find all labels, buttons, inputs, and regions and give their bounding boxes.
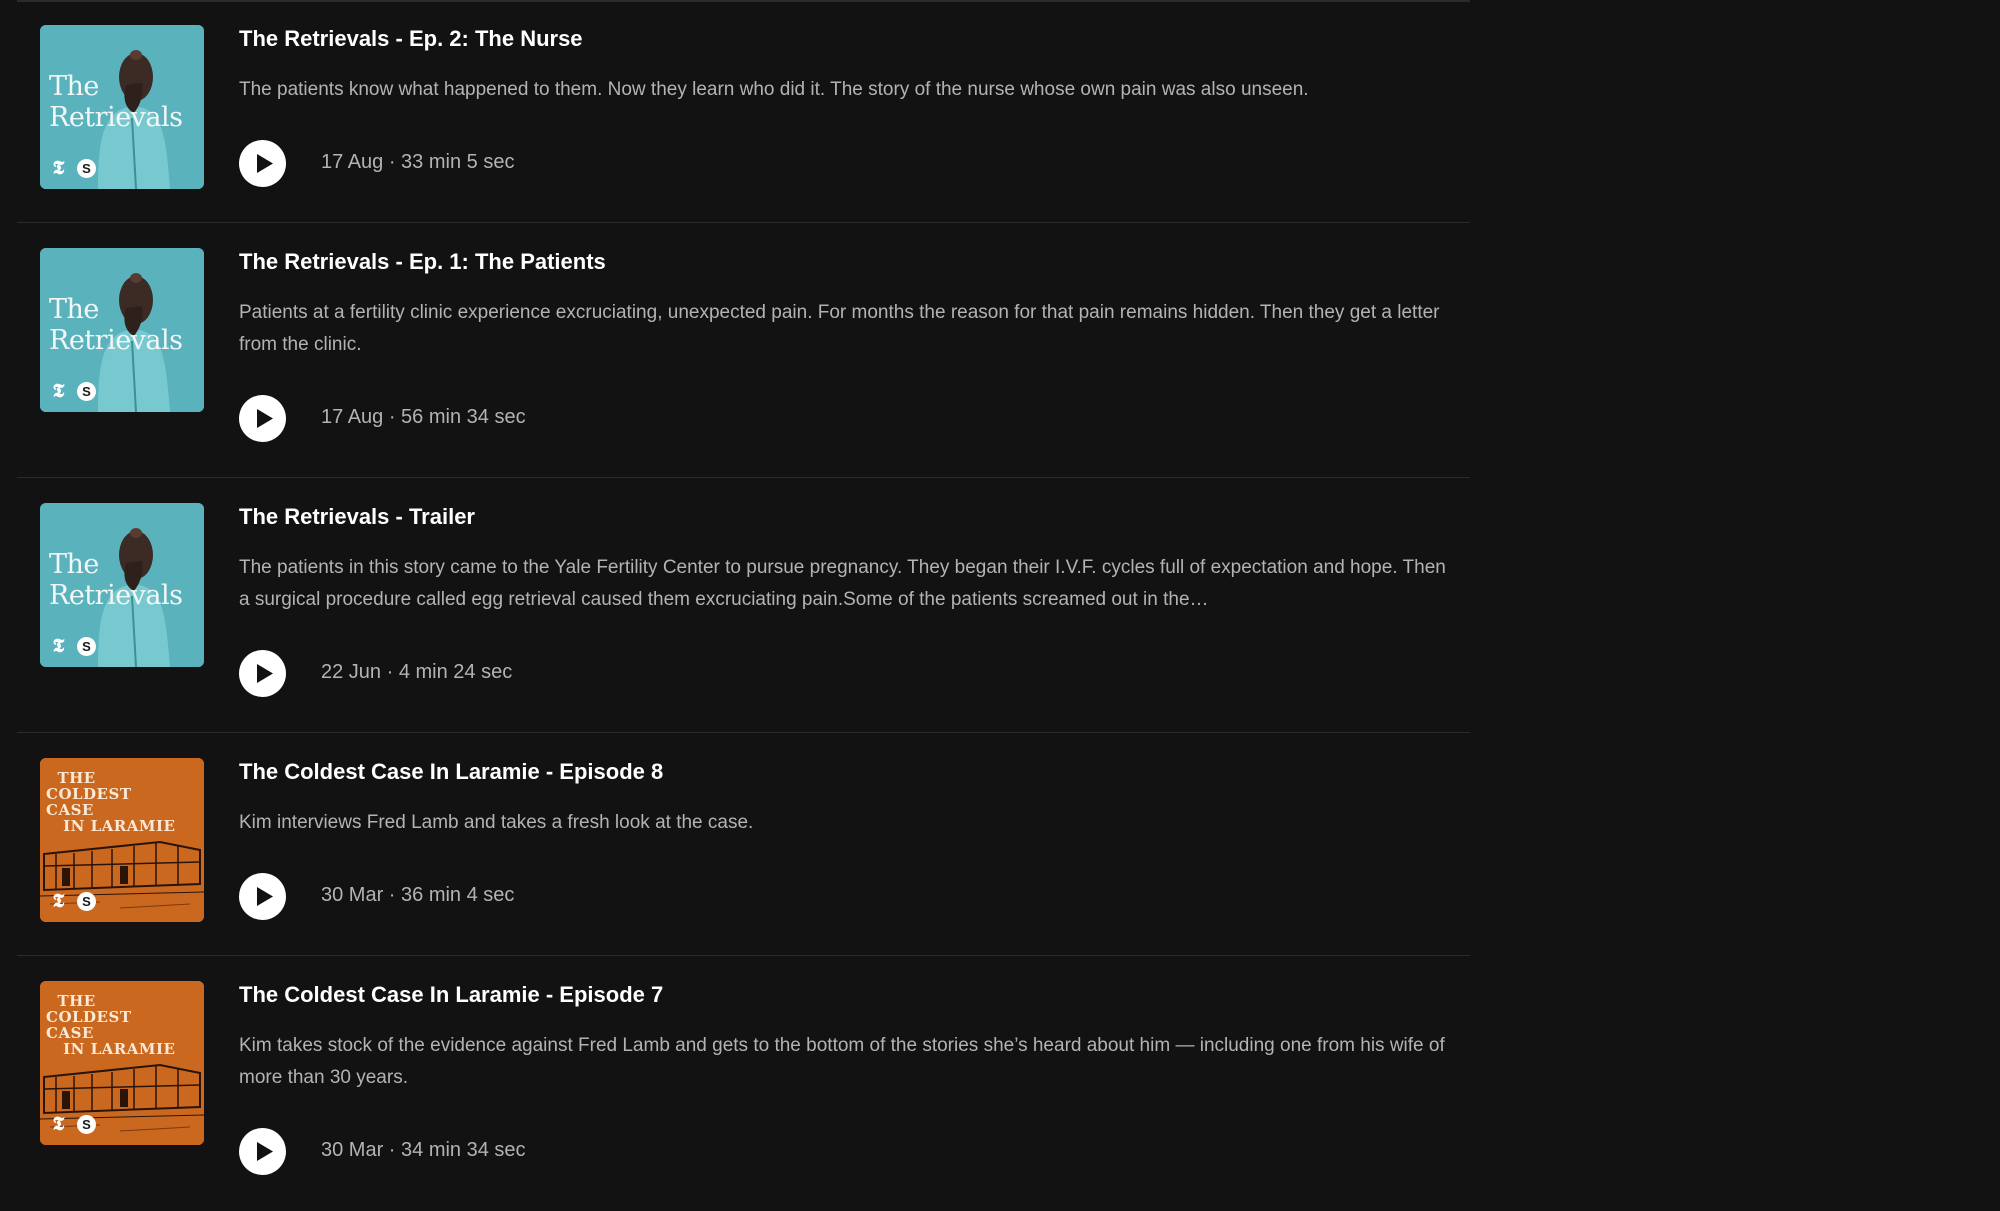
- play-icon: [257, 154, 273, 173]
- serial-logo-icon: S: [77, 382, 96, 401]
- nyt-logo-icon: 𝕿: [52, 890, 65, 912]
- nyt-logo-icon: 𝕿: [52, 1113, 65, 1135]
- episode-cover-art: The Retrievals 𝕿 S: [40, 503, 204, 667]
- episode-title[interactable]: The Retrievals - Ep. 1: The Patients: [239, 249, 606, 275]
- serial-logo-icon: S: [77, 637, 96, 656]
- episode-title[interactable]: The Retrievals - Ep. 2: The Nurse: [239, 26, 583, 52]
- nyt-logo-icon: 𝕿: [52, 157, 65, 179]
- cover-title-text: THE COLDEST CASE IN LARAMIE: [46, 992, 176, 1058]
- cover-title-text: THE COLDEST CASE IN LARAMIE: [46, 769, 176, 835]
- episode-description: Kim takes stock of the evidence against …: [239, 1035, 1445, 1088]
- episode-description: Kim interviews Fred Lamb and takes a fre…: [239, 812, 754, 833]
- episode-date-duration: 17 Aug · 56 min 34 sec: [321, 406, 526, 428]
- episode-title[interactable]: The Coldest Case In Laramie - Episode 7: [239, 982, 663, 1008]
- episode-title[interactable]: The Retrievals - Trailer: [239, 504, 475, 530]
- serial-logo-icon: S: [77, 1115, 96, 1134]
- serial-logo-icon: S: [77, 892, 96, 911]
- episode-row[interactable]: The Retrievals 𝕿 S The Retrievals - Trail…: [17, 478, 1470, 733]
- episode-date-duration: 30 Mar · 36 min 4 sec: [321, 884, 515, 906]
- play-icon: [257, 664, 273, 683]
- cover-title-text: The Retrievals: [49, 549, 183, 611]
- episode-row[interactable]: The Retrievals 𝕿 S The Retrievals - Ep. 2…: [17, 0, 1470, 223]
- episode-title[interactable]: The Coldest Case In Laramie - Episode 8: [239, 759, 663, 785]
- episode-list: The Retrievals 𝕿 S The Retrievals - Ep. 2…: [17, 0, 1470, 1211]
- play-button[interactable]: [239, 873, 286, 920]
- episode-description: The patients know what happened to them.…: [239, 79, 1309, 100]
- cover-title-text: The Retrievals: [49, 294, 183, 356]
- episode-description: Patients at a fertility clinic experienc…: [239, 302, 1440, 355]
- episode-description: The patients in this story came to the Y…: [239, 557, 1446, 610]
- episode-row[interactable]: THE COLDEST CASE IN LARAMIE 𝕿 S The Cold…: [17, 956, 1470, 1211]
- episode-date-duration: 30 Mar · 34 min 34 sec: [321, 1139, 526, 1161]
- episode-cover-art: The Retrievals 𝕿 S: [40, 248, 204, 412]
- nyt-logo-icon: 𝕿: [52, 635, 65, 657]
- episode-cover-art: THE COLDEST CASE IN LARAMIE 𝕿 S: [40, 981, 204, 1145]
- episode-date-duration: 22 Jun · 4 min 24 sec: [321, 661, 513, 683]
- episode-row[interactable]: THE COLDEST CASE IN LARAMIE 𝕿 S The Cold…: [17, 733, 1470, 956]
- play-button[interactable]: [239, 650, 286, 697]
- episode-cover-art: The Retrievals 𝕿 S: [40, 25, 204, 189]
- play-icon: [257, 1142, 273, 1161]
- play-button[interactable]: [239, 395, 286, 442]
- play-icon: [257, 409, 273, 428]
- cover-title-text: The Retrievals: [49, 71, 183, 133]
- nyt-logo-icon: 𝕿: [52, 380, 65, 402]
- play-icon: [257, 887, 273, 906]
- episode-date-duration: 17 Aug · 33 min 5 sec: [321, 151, 515, 173]
- play-button[interactable]: [239, 1128, 286, 1175]
- episode-cover-art: THE COLDEST CASE IN LARAMIE 𝕿 S: [40, 758, 204, 922]
- play-button[interactable]: [239, 140, 286, 187]
- serial-logo-icon: S: [77, 159, 96, 178]
- episode-row[interactable]: The Retrievals 𝕿 S The Retrievals - Ep. 1…: [17, 223, 1470, 478]
